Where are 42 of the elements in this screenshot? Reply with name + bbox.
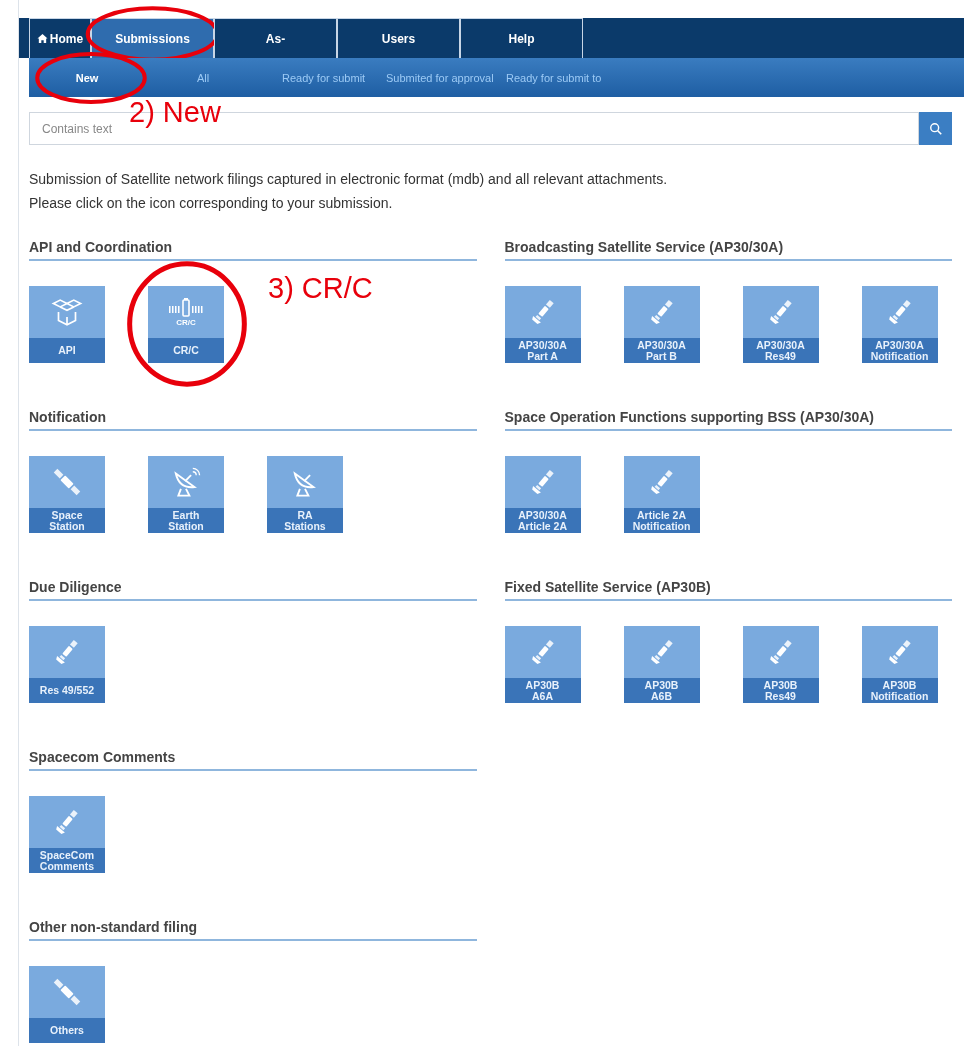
annotation-label: 3) CR/C [268, 272, 373, 305]
intro-text: Submission of Satellite network filings captured in electronic format (mdb) and all relevant attachments. [29, 170, 669, 189]
submission-tile[interactable]: AP30/30A Part B [623, 286, 700, 363]
home-icon [36, 33, 48, 44]
nav-tab[interactable]: As- [214, 18, 337, 58]
nav-tab[interactable]: Help [460, 18, 583, 58]
nav-tab[interactable]: Users [337, 18, 460, 58]
submission-tile[interactable]: Res 49/552 [29, 626, 105, 703]
sub-nav-link[interactable]: All [195, 58, 212, 97]
submission-tile[interactable]: RA Stations [267, 456, 343, 533]
submission-tile[interactable]: AP30B Res49 [742, 626, 819, 703]
submission-tile[interactable]: AP30B A6B [623, 626, 700, 703]
submission-tile[interactable]: AP30B A6A [504, 626, 581, 703]
submission-tile[interactable]: Others [29, 966, 105, 1043]
search-icon [928, 121, 943, 136]
submission-tile[interactable]: Space Station [29, 456, 105, 533]
submission-tile[interactable]: CR/C CR/C [148, 286, 224, 363]
icon-caption: CR/C [176, 317, 196, 327]
sub-nav-link[interactable]: Ready for submit to [504, 58, 604, 97]
submission-tile[interactable]: AP30/30A Res49 [742, 286, 819, 363]
section-heading: Due Diligence [29, 579, 477, 601]
submission-tile[interactable]: SpaceCom Comments [29, 796, 105, 873]
submission-tile[interactable]: Earth Station [148, 456, 224, 533]
sub-nav-link[interactable]: Submited for approval [384, 58, 496, 97]
section-heading: Space Operation Functions supporting BSS (AP30/30A) [504, 409, 952, 431]
submission-tile[interactable]: AP30/30A Notification [861, 286, 938, 363]
search-button[interactable] [919, 112, 952, 145]
section-heading: Broadcasting Satellite Service (AP30/30A) [504, 239, 952, 261]
section-heading: Spacecom Comments [29, 749, 477, 771]
satellite-icon [166, 297, 206, 318]
section-heading: Fixed Satellite Service (AP30B) [504, 579, 952, 601]
intro-text: Please click on the icon corresponding to your submission. [29, 194, 394, 213]
section-heading: API and Coordination [29, 239, 477, 261]
submission-tile[interactable]: AP30B Notification [861, 626, 938, 703]
submission-tile[interactable]: Article 2A Notification [623, 456, 700, 533]
sub-nav-link[interactable]: Ready for submit [280, 58, 368, 97]
submission-tile[interactable]: AP30/30A Article 2A [504, 456, 581, 533]
section-heading: Other non-standard filing [29, 919, 477, 941]
section-heading: Notification [29, 409, 477, 431]
nav-tab[interactable]: Home [29, 18, 91, 58]
submission-tile[interactable]: API [29, 286, 105, 363]
submission-tile[interactable]: AP30/30A Part A [504, 286, 581, 363]
